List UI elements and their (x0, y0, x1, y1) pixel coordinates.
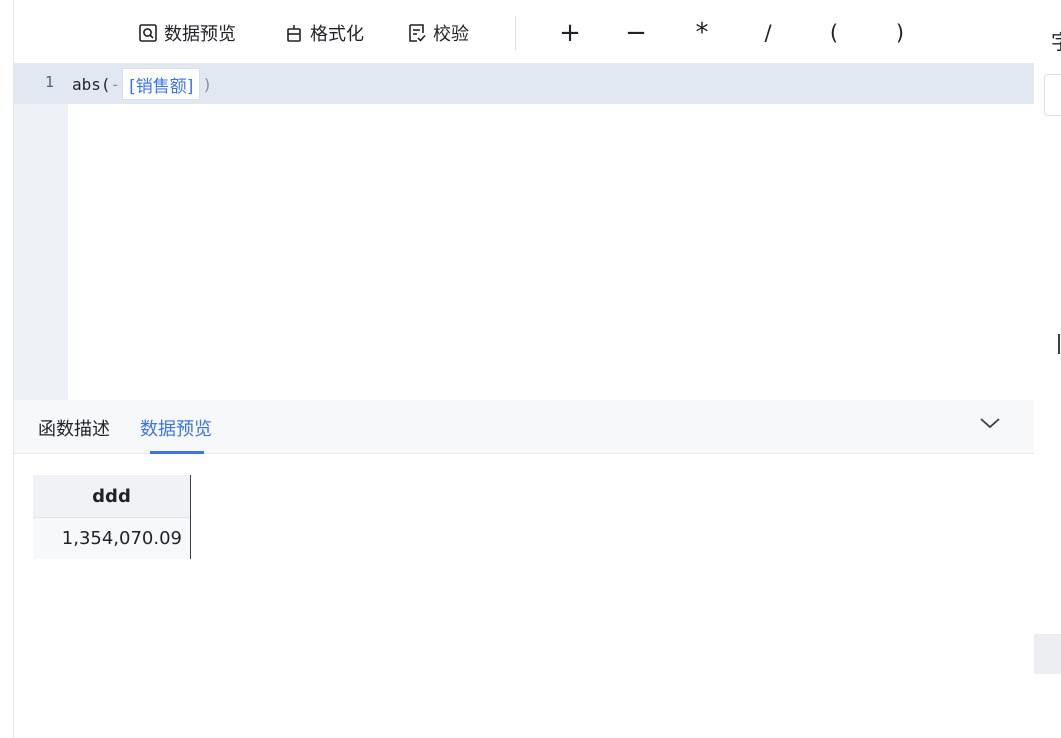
divide-operator-button[interactable]: / (751, 16, 785, 50)
table-cell: 1,354,070.09 (33, 518, 190, 559)
formula-editor-panel: 数据预览 格式化 校验 + − * / () 1 abs(- [销售额])… (13, 0, 1035, 738)
collapse-button[interactable] (978, 412, 1002, 436)
toolbar-divider (515, 16, 516, 50)
active-tab-indicator (150, 451, 204, 454)
preview-table: ddd 1,354,070.09 (33, 475, 191, 559)
minus-operator-button[interactable]: − (619, 16, 653, 50)
line-gutter (14, 64, 68, 400)
field-token-sales[interactable]: [销售额] (122, 68, 201, 100)
validate-button[interactable]: 校验 (407, 20, 469, 46)
table-header-cell: ddd (33, 475, 190, 518)
right-paren-button[interactable]: ) (883, 16, 917, 50)
tab-function-description[interactable]: 函数描述 (38, 415, 110, 441)
formula-editor-screen: 数据预览 格式化 校验 + − * / () 1 abs(- [销售额])… (0, 0, 1061, 738)
right-side-panel: 字 (1034, 0, 1061, 738)
bottom-tab-bar: 函数描述 数据预览 (14, 400, 1035, 454)
right-panel-title: 字 (1051, 26, 1061, 55)
data-preview-button[interactable]: 数据预览 (138, 20, 236, 46)
closing-paren: ) (202, 74, 213, 94)
chevron-down-icon (979, 415, 1001, 434)
format-label: 格式化 (310, 24, 364, 45)
validate-icon (407, 23, 427, 43)
format-icon (284, 23, 304, 43)
validate-label: 校验 (433, 24, 469, 45)
format-button[interactable]: 格式化 (284, 20, 364, 46)
data-preview-label: 数据预览 (164, 24, 236, 45)
plus-operator-button[interactable]: + (553, 16, 587, 50)
multiply-operator-button[interactable]: * (685, 16, 719, 50)
tab-data-preview[interactable]: 数据预览 (140, 415, 212, 441)
right-panel-selected-row[interactable] (1034, 634, 1061, 674)
preview-icon (138, 23, 158, 43)
formula-code-line[interactable]: abs( - [销售额] ) (72, 68, 212, 100)
function-name: abs( (72, 74, 111, 94)
minus-sign: - (110, 74, 121, 94)
line-number: 1 (44, 73, 54, 91)
left-paren-button[interactable]: ( (817, 16, 851, 50)
right-panel-search-input[interactable] (1044, 74, 1061, 116)
formula-code-editor[interactable]: 1 abs( - [销售额] ) (14, 64, 1035, 400)
toolbar: 数据预览 格式化 校验 + − * / () (14, 0, 1035, 64)
